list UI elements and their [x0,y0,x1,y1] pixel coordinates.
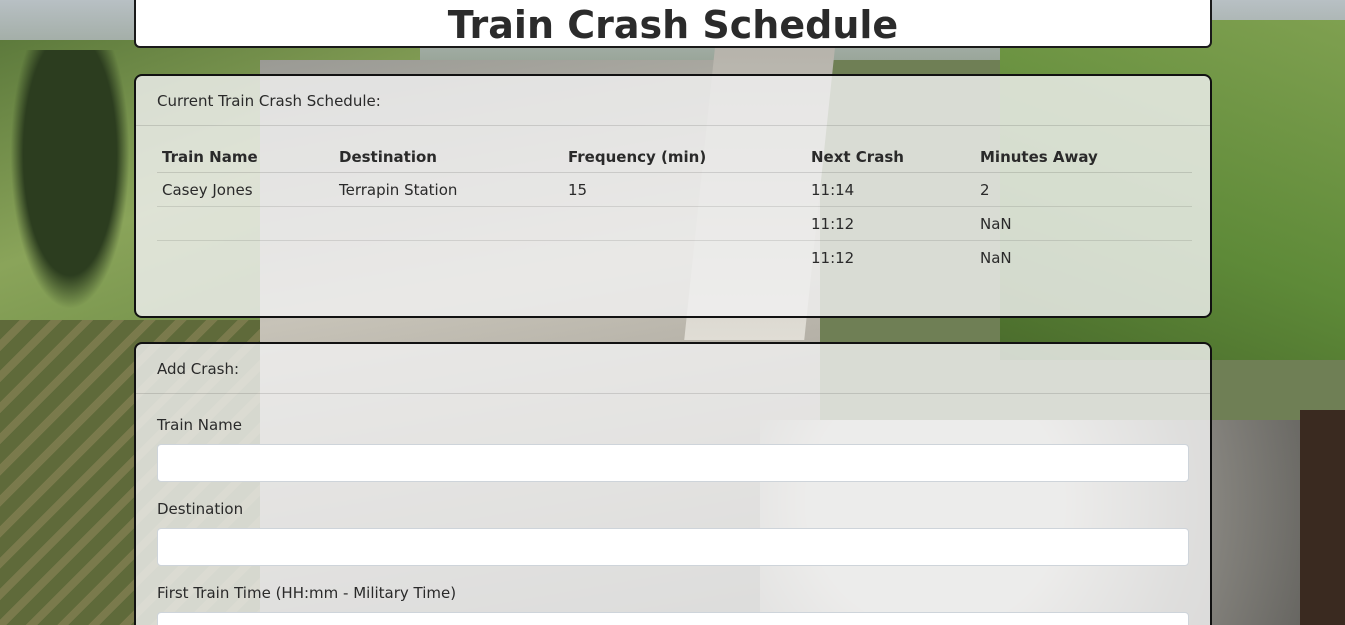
destination-label: Destination [157,500,244,518]
page-title: Train Crash Schedule [447,3,899,47]
cell-train-name: Casey Jones [157,172,334,207]
cell-frequency [563,241,806,275]
column-header-frequency: Frequency (min) [563,135,806,173]
cell-minutes-away: 2 [975,172,1192,207]
schedule-card: Current Train Crash Schedule: Train Name… [134,74,1212,318]
train-name-label: Train Name [157,416,243,434]
cell-destination [334,206,563,241]
cell-minutes-away: NaN [975,206,1192,241]
column-header-minutes-away: Minutes Away [975,135,1192,173]
column-header-next-crash: Next Crash [806,135,975,173]
add-crash-card: Add Crash: Train Name Destination First … [134,342,1212,625]
schedule-card-header: Current Train Crash Schedule: [136,76,1210,126]
cell-next-crash: 11:12 [806,206,975,241]
cell-destination: Terrapin Station [334,172,563,207]
cell-frequency: 15 [563,172,806,207]
first-train-time-input[interactable] [157,612,1189,625]
table-row: 11:12 NaN [157,206,1192,241]
schedule-table: Train Name Destination Frequency (min) N… [157,135,1192,274]
cell-destination [334,241,563,275]
cell-next-crash: 11:14 [806,172,975,207]
cell-frequency [563,206,806,241]
cell-train-name [157,206,334,241]
table-header-row: Train Name Destination Frequency (min) N… [157,135,1192,173]
table-row: Casey Jones Terrapin Station 15 11:14 2 [157,172,1192,207]
cell-next-crash: 11:12 [811,249,855,267]
table-row: 11:12 NaN [157,241,1192,275]
destination-input[interactable] [157,528,1189,566]
first-train-time-label: First Train Time (HH:mm - Military Time) [157,584,457,602]
cell-minutes-away: NaN [980,249,1012,267]
column-header-train-name: Train Name [157,135,334,173]
column-header-destination: Destination [334,135,563,173]
train-name-input[interactable] [157,444,1189,482]
title-banner: Train Crash Schedule [134,0,1212,48]
add-crash-header: Add Crash: [136,344,1210,394]
cell-train-name [157,241,334,275]
